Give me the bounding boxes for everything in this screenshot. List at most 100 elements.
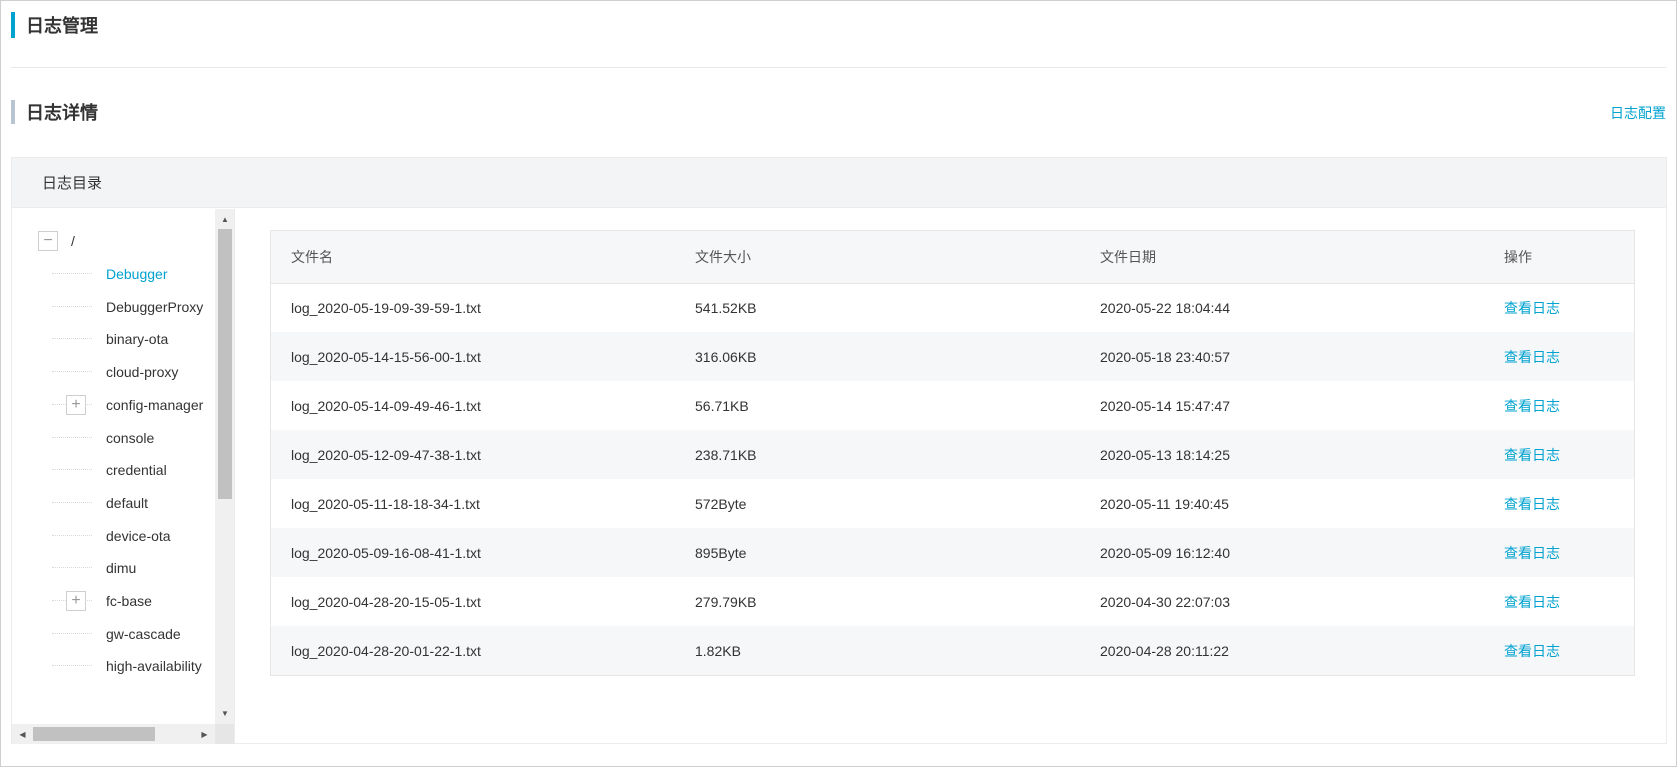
tree-item-label[interactable]: dimu bbox=[106, 560, 136, 576]
tree-item-label[interactable]: Debugger bbox=[106, 266, 168, 282]
expand-icon[interactable]: + bbox=[66, 395, 86, 415]
cell-filename: log_2020-05-14-15-56-00-1.txt bbox=[291, 348, 481, 365]
scroll-left-arrow-icon[interactable]: ◀ bbox=[14, 724, 31, 744]
tree-item[interactable]: console bbox=[12, 426, 213, 450]
cell-filesize: 279.79KB bbox=[695, 593, 757, 610]
scroll-down-arrow-icon[interactable]: ▼ bbox=[215, 705, 234, 722]
tree-connector bbox=[52, 665, 92, 666]
tree-item[interactable]: default bbox=[12, 491, 213, 515]
tree-item[interactable]: cloud-proxy bbox=[12, 360, 213, 384]
tree-item-label[interactable]: DebuggerProxy bbox=[106, 299, 203, 315]
tree-connector bbox=[52, 273, 92, 274]
view-log-link[interactable]: 查看日志 bbox=[1484, 430, 1634, 479]
cell-filedate: 2020-05-22 18:04:44 bbox=[1100, 299, 1230, 316]
cell-filedate: 2020-05-11 19:40:45 bbox=[1100, 495, 1229, 512]
tree-item[interactable]: credential bbox=[12, 458, 213, 482]
cell-filesize: 1.82KB bbox=[695, 642, 741, 659]
table-row: log_2020-05-11-18-18-34-1.txt 572Byte 2020… bbox=[271, 479, 1634, 528]
cell-filesize: 541.52KB bbox=[695, 299, 757, 316]
collapse-icon[interactable]: − bbox=[38, 231, 58, 251]
tree-item[interactable]: Debugger bbox=[12, 262, 213, 286]
tree-item[interactable]: gw-cascade bbox=[12, 622, 213, 646]
tree-connector bbox=[52, 469, 92, 470]
column-header-filedate: 文件日期 bbox=[1080, 231, 1484, 284]
log-panel: 日志目录 − / Debugger DebuggerProxy binary-ota… bbox=[11, 157, 1667, 744]
cell-filename: log_2020-04-28-20-01-22-1.txt bbox=[291, 642, 481, 659]
tree-item[interactable]: device-ota bbox=[12, 524, 213, 548]
view-log-link[interactable]: 查看日志 bbox=[1484, 528, 1634, 577]
tree-connector bbox=[52, 306, 92, 307]
panel-header: 日志目录 bbox=[12, 158, 1666, 208]
title-accent-bar bbox=[11, 12, 15, 38]
table-body: log_2020-05-19-09-39-59-1.txt 541.52KB 202… bbox=[271, 283, 1634, 675]
scroll-up-arrow-icon[interactable]: ▲ bbox=[215, 211, 234, 228]
column-header-filesize: 文件大小 bbox=[675, 231, 1080, 284]
tree-item[interactable]: binary-ota bbox=[12, 327, 213, 351]
view-log-link[interactable]: 查看日志 bbox=[1484, 626, 1634, 675]
view-log-link[interactable]: 查看日志 bbox=[1484, 381, 1634, 430]
cell-filesize: 895Byte bbox=[695, 544, 747, 561]
tree-connector bbox=[52, 437, 92, 438]
cell-filename: log_2020-05-14-09-49-46-1.txt bbox=[291, 397, 481, 414]
tree-item-label[interactable]: console bbox=[106, 430, 154, 446]
section-title-text: 日志详情 bbox=[26, 103, 98, 123]
table-row: log_2020-05-14-15-56-00-1.txt 316.06KB 202… bbox=[271, 332, 1634, 381]
tree-item-label[interactable]: config-manager bbox=[106, 397, 203, 413]
tree-item-label[interactable]: device-ota bbox=[106, 528, 171, 544]
tree-item-label[interactable]: binary-ota bbox=[106, 331, 168, 347]
cell-filedate: 2020-05-14 15:47:47 bbox=[1100, 397, 1230, 414]
tree-item[interactable]: high-availability bbox=[12, 654, 213, 678]
page-title-text: 日志管理 bbox=[26, 16, 98, 36]
table-row: log_2020-05-09-16-08-41-1.txt 895Byte 2020… bbox=[271, 528, 1634, 577]
tree-root-label[interactable]: / bbox=[71, 233, 75, 249]
log-config-link[interactable]: 日志配置 bbox=[1610, 103, 1666, 123]
tree-item[interactable]: + config-manager bbox=[12, 393, 213, 417]
log-files-table: 文件名 文件大小 文件日期 操作 log_2020-05-19-09-39-59… bbox=[270, 230, 1635, 676]
cell-filedate: 2020-05-09 16:12:40 bbox=[1100, 544, 1230, 561]
tree-item[interactable]: + fc-base bbox=[12, 589, 213, 613]
cell-filedate: 2020-04-30 22:07:03 bbox=[1100, 593, 1230, 610]
tree-root[interactable]: − / bbox=[12, 229, 213, 253]
table-row: log_2020-05-19-09-39-59-1.txt 541.52KB 202… bbox=[271, 283, 1634, 332]
view-log-link[interactable]: 查看日志 bbox=[1484, 332, 1634, 381]
cell-filedate: 2020-05-13 18:14:25 bbox=[1100, 446, 1230, 463]
vertical-scroll-thumb[interactable] bbox=[218, 229, 232, 499]
tree-vertical-scrollbar[interactable]: ▲ ▼ bbox=[215, 209, 234, 724]
view-log-link[interactable]: 查看日志 bbox=[1484, 283, 1634, 332]
directory-tree-pane: − / Debugger DebuggerProxy binary-ota cloud… bbox=[12, 209, 235, 744]
section-accent-bar bbox=[11, 100, 15, 124]
tree-horizontal-scrollbar[interactable]: ◀ ▶ bbox=[12, 724, 215, 744]
tree-item-label[interactable]: credential bbox=[106, 462, 167, 478]
table-row: log_2020-05-12-09-47-38-1.txt 238.71KB 202… bbox=[271, 430, 1634, 479]
tree-connector bbox=[52, 633, 92, 634]
tree-item[interactable]: DebuggerProxy bbox=[12, 295, 213, 319]
horizontal-scroll-thumb[interactable] bbox=[33, 727, 155, 741]
tree-item[interactable]: dimu bbox=[12, 556, 213, 580]
cell-filename: log_2020-04-28-20-15-05-1.txt bbox=[291, 593, 481, 610]
cell-filedate: 2020-04-28 20:11:22 bbox=[1100, 642, 1229, 659]
page-title: 日志管理 bbox=[11, 12, 98, 38]
scroll-corner bbox=[215, 724, 234, 744]
view-log-link[interactable]: 查看日志 bbox=[1484, 479, 1634, 528]
table-row: log_2020-05-14-09-49-46-1.txt 56.71KB 2020… bbox=[271, 381, 1634, 430]
tree-connector bbox=[52, 502, 92, 503]
scroll-right-arrow-icon[interactable]: ▶ bbox=[196, 724, 213, 744]
section-title: 日志详情 bbox=[11, 100, 98, 124]
tree-connector bbox=[52, 535, 92, 536]
tree-item-label[interactable]: cloud-proxy bbox=[106, 364, 178, 380]
table-row: log_2020-04-28-20-15-05-1.txt 279.79KB 202… bbox=[271, 577, 1634, 626]
table-row: log_2020-04-28-20-01-22-1.txt 1.82KB 2020-… bbox=[271, 626, 1634, 675]
cell-filesize: 316.06KB bbox=[695, 348, 757, 365]
tree-item-label[interactable]: gw-cascade bbox=[106, 626, 181, 642]
view-log-link[interactable]: 查看日志 bbox=[1484, 577, 1634, 626]
cell-filesize: 56.71KB bbox=[695, 397, 749, 414]
cell-filename: log_2020-05-09-16-08-41-1.txt bbox=[291, 544, 481, 561]
tree-item-label[interactable]: default bbox=[106, 495, 148, 511]
tree-connector bbox=[52, 338, 92, 339]
cell-filesize: 572Byte bbox=[695, 495, 747, 512]
expand-icon[interactable]: + bbox=[66, 591, 86, 611]
cell-filedate: 2020-05-18 23:40:57 bbox=[1100, 348, 1230, 365]
tree-connector bbox=[52, 371, 92, 372]
tree-item-label[interactable]: fc-base bbox=[106, 593, 152, 609]
tree-item-label[interactable]: high-availability bbox=[106, 658, 202, 674]
